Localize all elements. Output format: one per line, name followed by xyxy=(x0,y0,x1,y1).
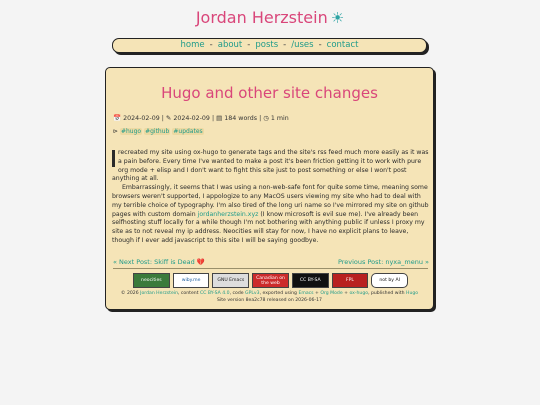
org-mode-link[interactable]: Org Mode xyxy=(320,291,342,296)
hugo-link[interactable]: Hugo xyxy=(406,291,418,296)
previous-post-link[interactable]: Previous Post: nyxa_menu » xyxy=(338,258,429,266)
nav-contact[interactable]: contact xyxy=(327,40,359,50)
ox-hugo-link[interactable]: ox-hugo xyxy=(349,291,368,296)
document-icon: ▤ xyxy=(216,114,223,122)
site-title[interactable]: Jordan Herzstein ☀ xyxy=(0,8,540,27)
divider xyxy=(113,268,428,269)
next-post-link[interactable]: « Next Post: Skiff is Dead 💔 xyxy=(113,258,205,266)
post-card: Hugo and other site changes 📅 2024-02-09… xyxy=(105,67,434,310)
next-post-label[interactable]: « Next Post: Skiff is Dead xyxy=(113,258,197,266)
author-link[interactable]: Jordan Herzstein xyxy=(140,291,178,296)
canadian-badge[interactable]: Canadian on the web xyxy=(252,273,289,288)
code-license-link[interactable]: GPLv3 xyxy=(245,291,260,296)
not-by-ai-badge[interactable]: not by AI xyxy=(371,273,409,288)
meta-separator: | xyxy=(259,115,262,122)
post-meta: 📅 2024-02-09 | ✎ 2024-02-09 | ▤ 184 word… xyxy=(113,114,289,122)
footer-text: , content xyxy=(177,291,200,296)
footer: © 2026 Jordan Herzstein, content CC BY-S… xyxy=(106,290,433,304)
tag-github[interactable]: #github xyxy=(144,128,171,135)
custom-domain-link[interactable]: jordanherzstein.xyz xyxy=(198,211,259,218)
emacs-badge[interactable]: GNU Emacs xyxy=(212,273,250,288)
post-read-time: 1 min xyxy=(270,115,289,122)
nav-separator: - xyxy=(283,40,287,50)
edit-icon: ✎ xyxy=(165,114,172,122)
post-navigation: Previous Post: nyxa_menu » « Next Post: … xyxy=(113,258,429,266)
post-body: recreated my site using ox-hugo to gener… xyxy=(112,149,429,246)
emacs-link[interactable]: Emacs xyxy=(298,291,313,296)
nav-separator: - xyxy=(318,40,322,50)
footer-text: , exported using xyxy=(259,291,299,296)
broken-heart-icon: 💔 xyxy=(196,258,205,266)
post-tags: ⊳ #hugo #github #updates xyxy=(113,128,206,135)
drop-cap xyxy=(112,150,115,167)
nav-uses[interactable]: /uses xyxy=(291,40,313,50)
site-version: Site version 8ea2c78 released on 2026-06… xyxy=(217,298,322,303)
post-paragraph: Embarrassingly, it seems that I was usin… xyxy=(112,184,429,246)
calendar-icon: 📅 xyxy=(113,114,122,122)
wiby-badge[interactable]: wiby.me xyxy=(172,273,210,288)
post-paragraph: recreated my site using ox-hugo to gener… xyxy=(112,149,429,184)
nav-about[interactable]: about xyxy=(218,40,243,50)
nav-posts[interactable]: posts xyxy=(255,40,278,50)
nav-home[interactable]: home xyxy=(181,40,205,50)
post-modified-date: 2024-02-09 xyxy=(173,115,210,122)
post-word-count: 184 words xyxy=(224,115,258,122)
post-paragraph-text: recreated my site using ox-hugo to gener… xyxy=(112,149,429,183)
tag-updates[interactable]: #updates xyxy=(172,128,204,135)
meta-separator: | xyxy=(161,115,164,122)
neocities-badge[interactable]: neocities xyxy=(133,273,170,288)
clock-icon: ◷ xyxy=(263,114,269,122)
footer-text: , published with xyxy=(368,291,406,296)
nav-separator: - xyxy=(209,40,213,50)
site-title-text[interactable]: Jordan Herzstein xyxy=(196,8,328,27)
badge-row: neocities wiby.me GNU Emacs Canadian on … xyxy=(133,273,409,288)
footer-credits: © 2026 Jordan Herzstein, content CC BY-S… xyxy=(106,290,433,297)
fpl-badge[interactable]: FPL xyxy=(331,273,369,288)
cc-license-badge[interactable]: CC BY-SA xyxy=(291,273,329,288)
post-title: Hugo and other site changes xyxy=(161,84,378,102)
nav-separator: - xyxy=(247,40,251,50)
main-nav: home - about - posts -/uses - contact xyxy=(112,38,427,53)
footer-text: © 2026 xyxy=(120,291,141,296)
post-created-date: 2024-02-09 xyxy=(123,115,160,122)
footer-text: , code xyxy=(229,291,246,296)
meta-separator: | xyxy=(211,115,215,122)
tag-icon: ⊳ xyxy=(113,128,119,135)
sun-icon: ☀ xyxy=(330,9,345,27)
tag-hugo[interactable]: #hugo xyxy=(119,128,143,135)
content-license-link[interactable]: CC BY-SA 4.0 xyxy=(200,291,230,296)
